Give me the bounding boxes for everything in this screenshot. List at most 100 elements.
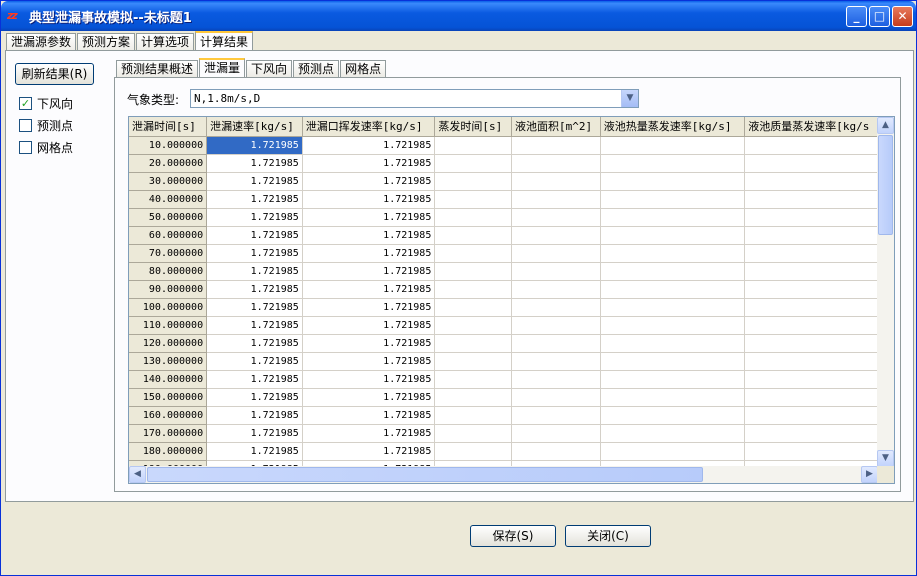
table-cell[interactable] xyxy=(744,280,878,299)
table-cell[interactable]: 1.721985 xyxy=(302,298,436,317)
table-cell[interactable] xyxy=(600,316,746,335)
table-cell[interactable] xyxy=(511,190,601,209)
scroll-down-icon[interactable]: ▼ xyxy=(877,450,894,467)
table-cell[interactable]: 1.721985 xyxy=(302,352,436,371)
table-cell[interactable] xyxy=(744,172,878,191)
table-cell[interactable] xyxy=(511,208,601,227)
row-header-cell[interactable]: 180.000000 xyxy=(129,442,208,461)
column-header[interactable]: 液池热量蒸发速率[kg/s] xyxy=(600,117,746,137)
table-cell[interactable] xyxy=(511,406,601,425)
tab-calc-results[interactable]: 计算结果 xyxy=(195,31,254,52)
maximize-button[interactable]: □ xyxy=(869,6,890,27)
table-cell[interactable] xyxy=(434,316,512,335)
table-row[interactable]: 180.000000 1.721985 1.721985 xyxy=(129,442,878,461)
table-cell[interactable]: 1.721985 xyxy=(302,388,436,407)
close-window-button[interactable]: ✕ xyxy=(892,6,913,27)
table-row[interactable]: 70.000000 1.721985 1.721985 xyxy=(129,244,878,263)
table-row[interactable]: 90.000000 1.721985 1.721985 xyxy=(129,280,878,299)
tab-downwind[interactable]: 下风向 xyxy=(246,60,293,77)
column-header[interactable]: 泄漏速率[kg/s] xyxy=(206,117,303,137)
table-cell[interactable] xyxy=(434,334,512,353)
table-cell[interactable] xyxy=(434,154,512,173)
table-cell[interactable]: 1.721985 xyxy=(206,370,303,389)
table-cell[interactable] xyxy=(600,424,746,443)
table-cell[interactable] xyxy=(744,226,878,245)
table-cell[interactable]: 1.721985 xyxy=(206,388,303,407)
table-cell[interactable]: 1.721985 xyxy=(206,424,303,443)
table-cell[interactable] xyxy=(511,352,601,371)
table-cell[interactable]: 1.721985 xyxy=(302,172,436,191)
row-header-cell[interactable]: 110.000000 xyxy=(129,316,208,335)
table-cell[interactable]: 1.721985 xyxy=(302,280,436,299)
table-cell[interactable] xyxy=(511,262,601,281)
table-row[interactable]: 120.000000 1.721985 1.721985 xyxy=(129,334,878,353)
row-header-cell[interactable]: 90.000000 xyxy=(129,280,208,299)
table-cell[interactable] xyxy=(744,262,878,281)
table-cell[interactable]: 1.721985 xyxy=(206,244,303,263)
table-cell[interactable]: 1.721985 xyxy=(206,334,303,353)
table-cell[interactable]: 1.721985 xyxy=(302,424,436,443)
row-header-cell[interactable]: 10.000000 xyxy=(129,136,208,155)
table-cell[interactable] xyxy=(744,334,878,353)
row-header-cell[interactable]: 120.000000 xyxy=(129,334,208,353)
close-button[interactable]: 关闭(C) xyxy=(565,525,651,547)
table-cell[interactable] xyxy=(434,370,512,389)
table-cell[interactable]: 1.721985 xyxy=(302,334,436,353)
table-cell[interactable]: 1.721985 xyxy=(302,442,436,461)
table-cell[interactable] xyxy=(511,154,601,173)
table-cell[interactable] xyxy=(511,244,601,263)
table-cell[interactable] xyxy=(600,280,746,299)
column-header[interactable]: 泄漏时间[s] xyxy=(129,117,208,137)
table-cell[interactable] xyxy=(744,190,878,209)
title-bar[interactable]: zz 典型泄漏事故模拟--未标题1 _ □ ✕ xyxy=(1,1,916,31)
column-header[interactable]: 液池面积[m^2] xyxy=(511,117,601,137)
table-cell[interactable] xyxy=(434,442,512,461)
table-cell[interactable]: 1.721985 xyxy=(302,316,436,335)
table-cell[interactable] xyxy=(600,172,746,191)
table-cell[interactable] xyxy=(434,190,512,209)
table-cell[interactable]: 1.721985 xyxy=(206,226,303,245)
table-cell[interactable]: 1.721985 xyxy=(302,262,436,281)
table-row[interactable]: 10.000000 1.721985 1.721985 xyxy=(129,136,878,155)
table-cell[interactable] xyxy=(511,136,601,155)
table-cell[interactable]: 1.721985 xyxy=(302,406,436,425)
table-cell[interactable] xyxy=(434,262,512,281)
table-cell[interactable] xyxy=(744,154,878,173)
table-cell[interactable] xyxy=(744,298,878,317)
table-row[interactable]: 150.000000 1.721985 1.721985 xyxy=(129,388,878,407)
table-cell[interactable] xyxy=(511,172,601,191)
table-row[interactable]: 50.000000 1.721985 1.721985 xyxy=(129,208,878,227)
table-cell[interactable] xyxy=(434,280,512,299)
table-cell[interactable]: 1.721985 xyxy=(302,190,436,209)
table-cell[interactable]: 1.721985 xyxy=(206,352,303,371)
table-cell[interactable] xyxy=(744,316,878,335)
row-header-cell[interactable]: 50.000000 xyxy=(129,208,208,227)
row-header-cell[interactable]: 150.000000 xyxy=(129,388,208,407)
table-cell[interactable] xyxy=(744,352,878,371)
table-cell[interactable]: 1.721985 xyxy=(206,136,303,155)
horizontal-scrollbar[interactable]: ◀ ▶ xyxy=(129,466,878,483)
row-header-cell[interactable]: 70.000000 xyxy=(129,244,208,263)
table-cell[interactable] xyxy=(511,442,601,461)
table-cell[interactable] xyxy=(511,334,601,353)
table-cell[interactable] xyxy=(600,334,746,353)
tab-leak-amount[interactable]: 泄漏量 xyxy=(199,58,246,77)
table-cell[interactable] xyxy=(600,352,746,371)
table-cell[interactable] xyxy=(600,406,746,425)
table-cell[interactable] xyxy=(600,442,746,461)
table-cell[interactable]: 1.721985 xyxy=(302,244,436,263)
row-header-cell[interactable]: 40.000000 xyxy=(129,190,208,209)
table-row[interactable]: 170.000000 1.721985 1.721985 xyxy=(129,424,878,443)
table-cell[interactable] xyxy=(434,424,512,443)
tab-grid-points[interactable]: 网格点 xyxy=(340,60,387,77)
table-row[interactable]: 40.000000 1.721985 1.721985 xyxy=(129,190,878,209)
table-cell[interactable]: 1.721985 xyxy=(302,154,436,173)
table-cell[interactable] xyxy=(434,244,512,263)
table-cell[interactable] xyxy=(511,424,601,443)
table-row[interactable]: 20.000000 1.721985 1.721985 xyxy=(129,154,878,173)
column-header[interactable]: 液池质量蒸发速率[kg/s xyxy=(744,117,878,137)
chevron-down-icon[interactable]: ▼ xyxy=(621,90,638,107)
table-row[interactable]: 100.000000 1.721985 1.721985 xyxy=(129,298,878,317)
table-cell[interactable] xyxy=(600,262,746,281)
row-header-cell[interactable]: 160.000000 xyxy=(129,406,208,425)
